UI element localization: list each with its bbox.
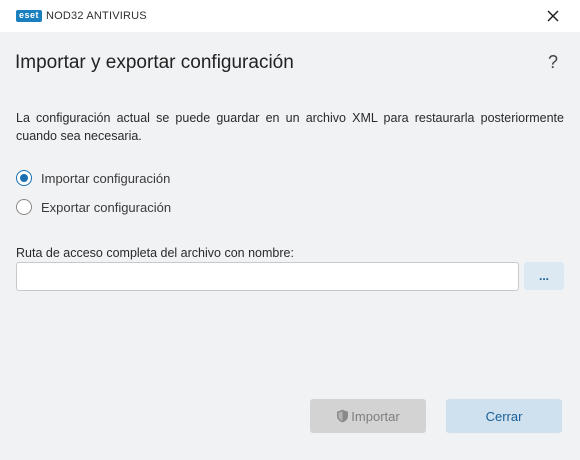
logo-badge: eset — [16, 10, 43, 22]
import-button-label: Importar — [351, 408, 400, 424]
file-path-label: Ruta de acceso completa del archivo con … — [16, 246, 294, 260]
import-option-label: Importar configuración — [41, 170, 171, 186]
close-button[interactable]: Cerrar — [446, 399, 562, 433]
dialog-header: Importar y exportar configuración ? — [0, 32, 580, 94]
page-title: Importar y exportar configuración — [15, 52, 294, 73]
product-name: NOD32 ANTIVIRUS — [46, 10, 147, 22]
export-radio[interactable] — [16, 199, 32, 215]
help-button[interactable]: ? — [548, 52, 558, 73]
import-radio[interactable] — [16, 170, 32, 186]
import-option[interactable]: Importar configuración — [16, 170, 170, 186]
shield-icon — [337, 409, 349, 423]
close-button-label: Cerrar — [485, 408, 523, 424]
help-icon: ? — [547, 52, 558, 72]
browse-button[interactable]: ... — [524, 262, 564, 290]
eset-logo: eset NOD32 ANTIVIRUS — [16, 10, 147, 22]
close-icon — [547, 10, 559, 22]
import-button[interactable]: Importar — [310, 399, 426, 433]
export-option-label: Exportar configuración — [41, 199, 172, 215]
close-window-button[interactable] — [544, 7, 562, 25]
file-path-input[interactable] — [16, 262, 519, 291]
export-option[interactable]: Exportar configuración — [16, 199, 171, 215]
title-bar: eset NOD32 ANTIVIRUS — [0, 0, 580, 32]
description-text: La configuración actual se puede guardar… — [16, 111, 564, 143]
